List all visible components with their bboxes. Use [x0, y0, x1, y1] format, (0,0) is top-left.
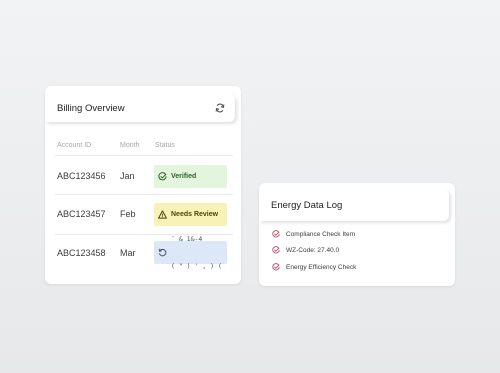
billing-card-title: Billing Overview [57, 102, 125, 114]
log-item[interactable]: WZ-Code: 27.40.0 [272, 246, 339, 254]
log-item-label: WZ-Code: 27.40.0 [286, 246, 340, 254]
account-id-cell: ABC123457 [57, 209, 106, 219]
log-item-label: Compliance Check Item [286, 230, 355, 238]
refresh-icon[interactable] [215, 103, 225, 113]
log-item[interactable]: Energy Efficiency Check [272, 263, 356, 271]
energy-card-title: Energy Data Log [271, 199, 343, 211]
log-item[interactable]: Compliance Check Item [272, 230, 355, 238]
month-cell: Feb [120, 209, 136, 219]
billing-card-header: Billing Overview [45, 94, 235, 122]
page-canvas: Billing Overview Account ID Month Status… [0, 0, 500, 373]
table-divider [55, 194, 233, 195]
check-circle-icon [158, 172, 167, 181]
column-header-account-id: Account ID [57, 142, 92, 149]
status-text: ¨ & 1&-4 ( " ) ' , ) ( [171, 234, 222, 270]
table-divider [55, 155, 233, 156]
account-id-cell: ABC123456 [57, 171, 106, 181]
column-header-month: Month [120, 142, 140, 149]
log-item-label: Energy Efficiency Check [286, 263, 357, 271]
check-circle-icon [272, 263, 280, 271]
account-id-cell: ABC123458 [57, 248, 106, 258]
energy-card-header: Energy Data Log [259, 189, 449, 221]
billing-overview-card: Billing Overview Account ID Month Status… [45, 86, 241, 284]
column-header-status: Status [155, 142, 175, 149]
check-circle-icon [272, 246, 280, 254]
status-badge: Verified [154, 165, 227, 188]
month-cell: Mar [120, 248, 136, 258]
rotate-icon [158, 248, 167, 257]
warning-icon [158, 210, 167, 219]
energy-data-log-card: Energy Data Log Compliance Check Item WZ… [259, 183, 455, 286]
status-badge: ¨ & 1&-4 ( " ) ' , ) ( [154, 235, 227, 270]
month-cell: Jan [120, 171, 135, 181]
check-circle-icon [272, 230, 280, 238]
status-text: Verified [171, 173, 197, 180]
